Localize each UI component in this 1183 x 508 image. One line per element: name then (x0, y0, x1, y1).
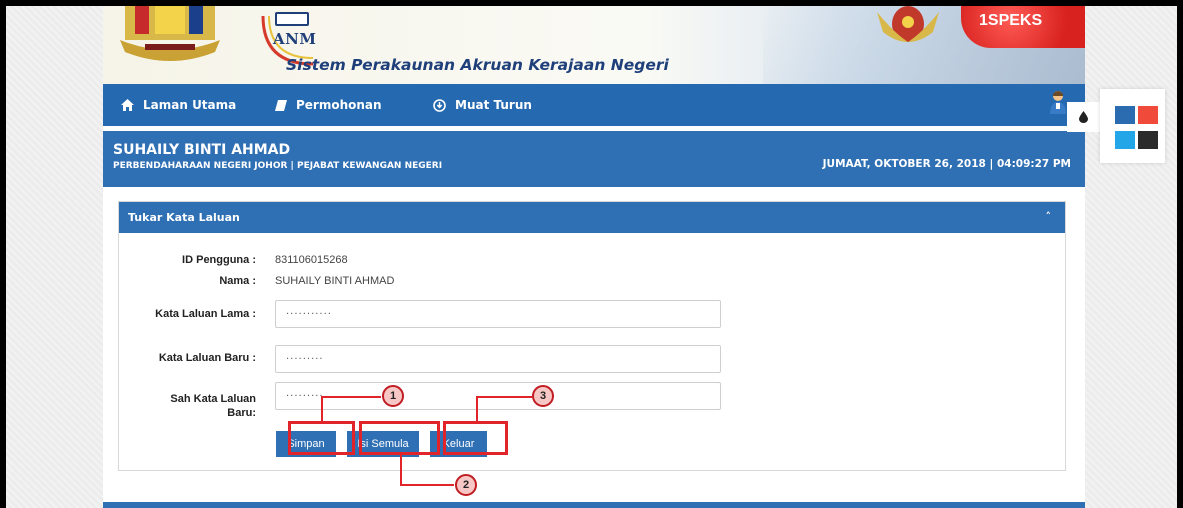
nav-item-label: Permohonan (296, 98, 382, 112)
header-banner: ANM Sistem Perakaunan Akruan Kerajaan Ne… (103, 6, 1085, 84)
user-organization: PERBENDAHARAAN NEGERI JOHOR | PEJABAT KE… (113, 161, 443, 171)
frame-border-left (0, 0, 6, 508)
callout-badge-1: 1 (382, 385, 404, 407)
user-info-bar: SUHAILY BINTI AHMAD PERBENDAHARAAN NEGER… (103, 131, 1085, 187)
frame-border-right (1177, 0, 1183, 508)
main-container: ANM Sistem Perakaunan Akruan Kerajaan Ne… (103, 6, 1085, 508)
callout-badge-2: 2 (455, 474, 477, 496)
user-id-value: 831106015268 (275, 254, 348, 266)
old-password-label: Kata Laluan Lama : (155, 308, 256, 320)
agency-short-name: ANM (273, 30, 317, 48)
book-icon (275, 99, 287, 111)
callout-badge-3: 3 (532, 385, 554, 407)
callout-line-3 (476, 396, 532, 422)
reset-button-highlight (359, 421, 440, 455)
save-button-highlight (288, 421, 355, 455)
user-avatar-icon[interactable] (1049, 90, 1067, 114)
change-password-panel: Tukar Kata Laluan ˄ ID Pengguna : 831106… (118, 201, 1066, 471)
theme-color-panel (1100, 89, 1165, 163)
nav-item-permohonan[interactable]: Permohonan (275, 84, 382, 126)
callout-line-1 (321, 396, 381, 422)
new-password-label: Kata Laluan Baru : (158, 352, 256, 364)
theme-swatch-dark[interactable] (1138, 131, 1158, 149)
state-crest-left-icon (120, 6, 220, 61)
theme-swatch-lightblue[interactable] (1115, 131, 1135, 149)
old-password-input[interactable]: ··········· (275, 300, 721, 328)
confirm-password-label-line1: Sah Kata Laluan (170, 393, 256, 405)
name-label: Nama : (219, 275, 256, 287)
panel-header: Tukar Kata Laluan ˄ (119, 202, 1065, 233)
home-icon (121, 99, 134, 111)
anm-logo-box (275, 12, 309, 26)
confirm-password-label-line2: Baru: (227, 407, 256, 419)
current-datetime: JUMAAT, OKTOBER 26, 2018 | 04:09:27 PM (822, 158, 1071, 170)
nav-item-label: Muat Turun (455, 98, 532, 112)
speks-logo: 1SPEKS (961, 6, 1085, 48)
user-name: SUHAILY BINTI AHMAD (113, 142, 291, 158)
name-value: SUHAILY BINTI AHMAD (275, 275, 395, 287)
main-navbar: Laman Utama Permohonan Muat Turun (103, 84, 1085, 126)
color-drop-icon (1079, 111, 1088, 123)
theme-swatch-blue[interactable] (1115, 106, 1135, 124)
user-id-label: ID Pengguna : (182, 254, 256, 266)
state-crest-right-icon (877, 6, 939, 42)
exit-button-highlight (443, 421, 508, 455)
theme-swatch-red[interactable] (1138, 106, 1158, 124)
nav-item-muat-turun[interactable]: Muat Turun (433, 84, 532, 126)
system-title: Sistem Perakaunan Akruan Kerajaan Negeri (286, 56, 669, 74)
screenshot-frame: ANM Sistem Perakaunan Akruan Kerajaan Ne… (0, 0, 1183, 508)
nav-item-laman-utama[interactable]: Laman Utama (121, 84, 236, 126)
nav-item-label: Laman Utama (143, 98, 237, 112)
new-password-input[interactable]: ········· (275, 345, 721, 373)
callout-line-2 (400, 455, 454, 486)
panel-title: Tukar Kata Laluan (128, 211, 240, 224)
speks-logo-text: 1SPEKS (979, 12, 1043, 29)
download-icon (433, 98, 446, 112)
frame-border-top (0, 0, 1183, 6)
footer-bar (103, 502, 1085, 508)
chevron-up-icon[interactable]: ˄ (1046, 210, 1052, 223)
theme-toggle[interactable] (1067, 102, 1100, 132)
